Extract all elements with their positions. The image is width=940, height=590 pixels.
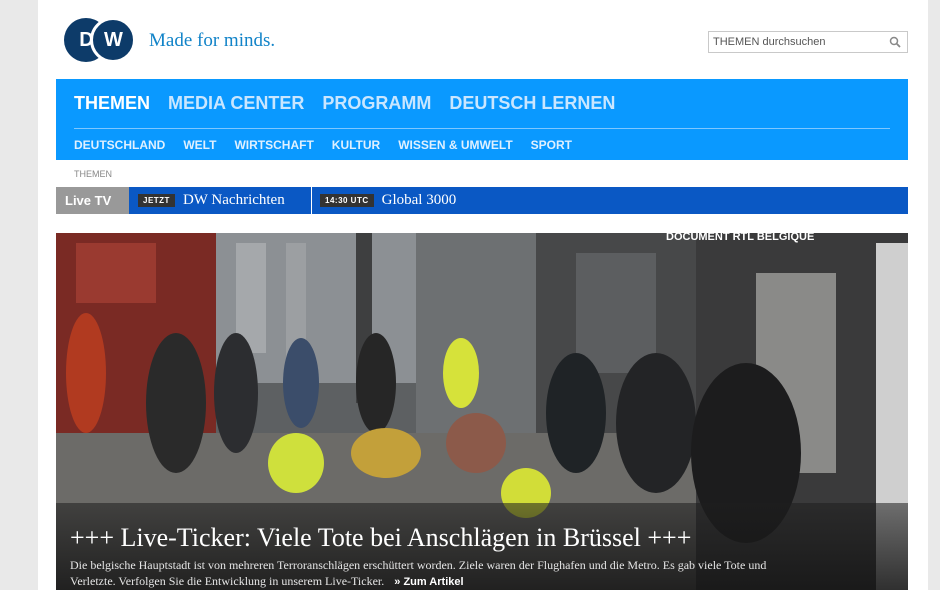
- nav-sub: DEUTSCHLAND WELT WIRTSCHAFT KULTUR WISSE…: [74, 138, 572, 152]
- nav-wirtschaft[interactable]: WIRTSCHAFT: [234, 138, 313, 152]
- nav-kultur[interactable]: KULTUR: [332, 138, 380, 152]
- hero-text: Die belgische Hauptstadt ist von mehrere…: [70, 557, 810, 589]
- live-tv-bar: Live TV JETZT DW Nachrichten 14:30 UTC G…: [56, 187, 908, 214]
- dw-logo[interactable]: D W: [64, 17, 136, 63]
- nav-programm[interactable]: PROGRAMM: [322, 93, 431, 114]
- hero-caption: +++ Live-Ticker: Viele Tote bei Anschläg…: [56, 503, 908, 590]
- nav-main: THEMEN MEDIA CENTER PROGRAMM DEUTSCH LER…: [74, 93, 615, 114]
- nav-welt[interactable]: WELT: [183, 138, 216, 152]
- live-badge-now: JETZT: [138, 194, 175, 207]
- hero-teaser[interactable]: DOCUMENT RTL BELGIQUE +++ Live-Ticker: V…: [56, 233, 908, 590]
- breadcrumb[interactable]: THEMEN: [74, 169, 112, 179]
- nav-deutschland[interactable]: DEUTSCHLAND: [74, 138, 165, 152]
- nav-wissen-umwelt[interactable]: WISSEN & UMWELT: [398, 138, 512, 152]
- search-input[interactable]: [709, 32, 883, 52]
- search-icon[interactable]: [889, 36, 901, 48]
- nav-themen[interactable]: THEMEN: [74, 93, 150, 114]
- live-title-next: Global 3000: [381, 192, 457, 208]
- main-navigation: THEMEN MEDIA CENTER PROGRAMM DEUTSCH LER…: [56, 79, 908, 160]
- search-box: [708, 31, 908, 53]
- hero-watermark: DOCUMENT RTL BELGIQUE: [666, 233, 814, 243]
- hero-title[interactable]: +++ Live-Ticker: Viele Tote bei Anschläg…: [70, 523, 691, 553]
- nav-divider: [74, 128, 890, 129]
- nav-sport[interactable]: SPORT: [531, 138, 572, 152]
- live-tv-label[interactable]: Live TV: [56, 187, 129, 214]
- live-item-now[interactable]: JETZT DW Nachrichten: [132, 187, 310, 214]
- live-badge-next: 14:30 UTC: [320, 194, 374, 207]
- header: D W Made for minds.: [38, 0, 928, 80]
- nav-media-center[interactable]: MEDIA CENTER: [168, 93, 304, 114]
- nav-deutsch-lernen[interactable]: DEUTSCH LERNEN: [449, 93, 615, 114]
- tagline: Made for minds.: [149, 30, 276, 51]
- read-article-link[interactable]: » Zum Artikel: [394, 576, 463, 588]
- live-title-now: DW Nachrichten: [182, 192, 285, 208]
- page: D W Made for minds. THEMEN MEDIA CENTER …: [38, 0, 928, 590]
- logo-w: W: [90, 17, 136, 63]
- live-item-next[interactable]: 14:30 UTC Global 3000: [311, 187, 456, 214]
